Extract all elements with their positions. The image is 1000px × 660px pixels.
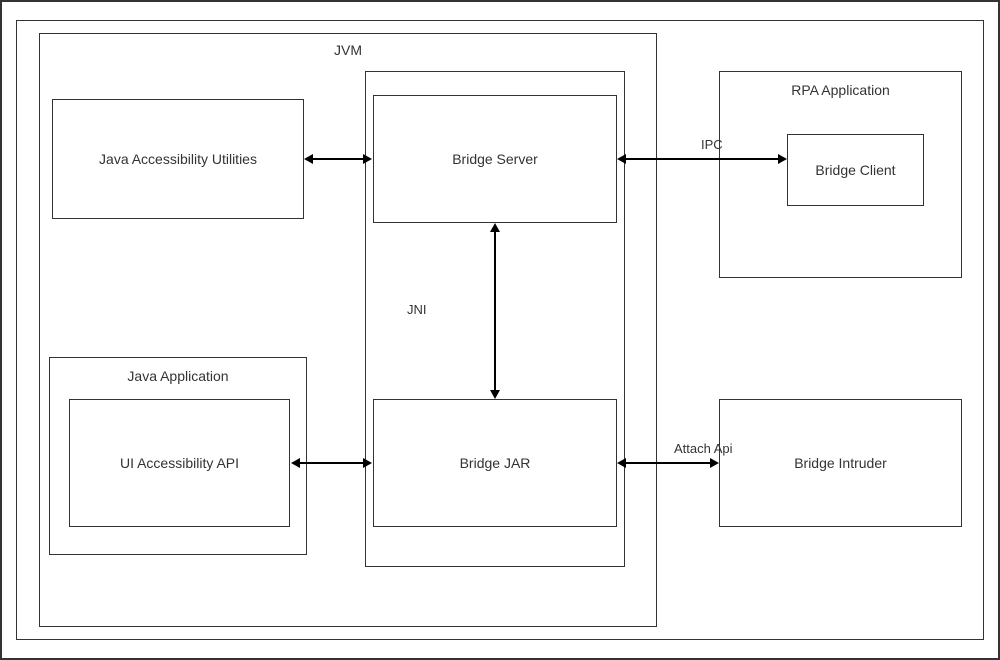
arrow-jni <box>494 231 496 391</box>
diagram-canvas: JVM RPA Application Java Application Jav… <box>16 20 984 640</box>
diagram-outer-frame: JVM RPA Application Java Application Jav… <box>0 0 1000 660</box>
arrowhead-left-attach <box>617 458 626 468</box>
bridge-intruder-box: Bridge Intruder <box>719 399 962 527</box>
arrowhead-down-jni <box>490 390 500 399</box>
ui-accessibility-api-label: UI Accessibility API <box>120 455 239 471</box>
attach-api-label: Attach Api <box>674 441 733 456</box>
arrowhead-up-jni <box>490 223 500 232</box>
arrowhead-left-ipc <box>617 154 626 164</box>
bridge-client-box: Bridge Client <box>787 134 924 206</box>
bridge-server-label: Bridge Server <box>452 151 538 167</box>
ui-accessibility-api-box: UI Accessibility API <box>69 399 290 527</box>
arrowhead-left-uiapi <box>291 458 300 468</box>
arrow-jau-bridgeserver <box>312 158 364 160</box>
java-application-label: Java Application <box>127 368 228 384</box>
arrow-uiapi-bridgejar <box>299 462 364 464</box>
arrowhead-right-ipc <box>778 154 787 164</box>
arrowhead-right-bridgejar <box>363 458 372 468</box>
bridge-server-box: Bridge Server <box>373 95 617 223</box>
java-accessibility-utilities-box: Java Accessibility Utilities <box>52 99 304 219</box>
arrow-ipc <box>625 158 780 160</box>
ipc-label: IPC <box>701 137 723 152</box>
java-accessibility-utilities-label: Java Accessibility Utilities <box>99 151 257 167</box>
bridge-jar-label: Bridge JAR <box>460 455 531 471</box>
arrowhead-right-attach <box>710 458 719 468</box>
rpa-application-label: RPA Application <box>791 82 890 98</box>
jvm-label: JVM <box>334 42 362 58</box>
arrowhead-left-jau <box>304 154 313 164</box>
arrowhead-right-bridgeserver <box>363 154 372 164</box>
bridge-client-label: Bridge Client <box>815 162 895 178</box>
arrow-attach-api <box>625 462 712 464</box>
bridge-intruder-label: Bridge Intruder <box>794 455 887 471</box>
jni-label: JNI <box>407 302 427 317</box>
bridge-jar-box: Bridge JAR <box>373 399 617 527</box>
